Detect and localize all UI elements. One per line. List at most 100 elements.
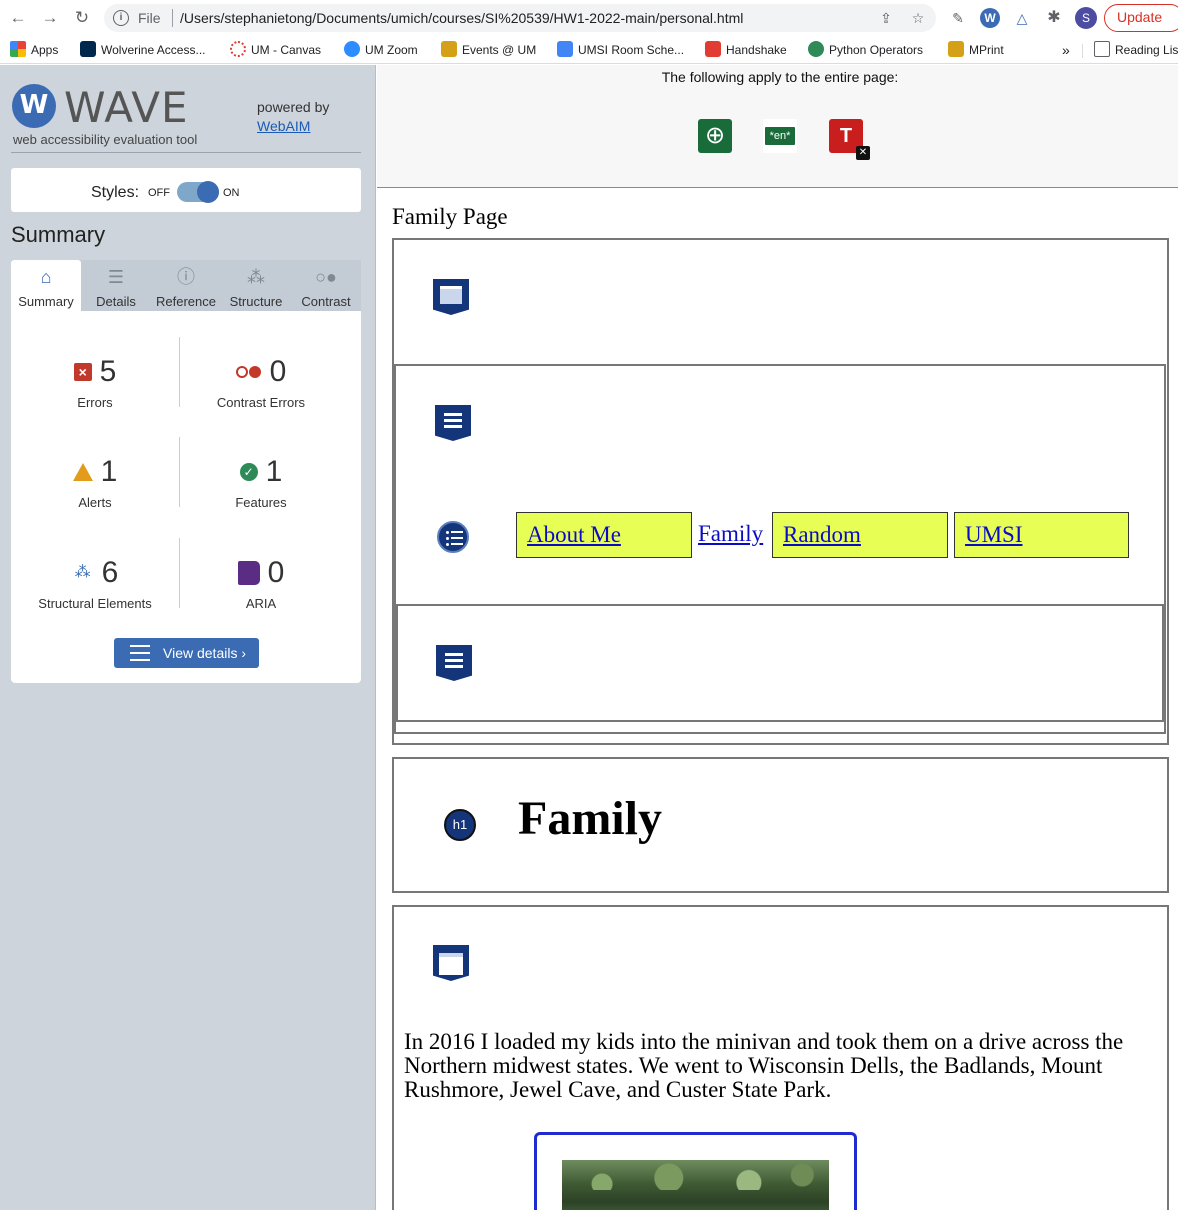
language-badge: *en* xyxy=(765,127,795,145)
home-icon: ⌂ xyxy=(40,267,52,287)
bookmark-star-icon[interactable]: ☆ xyxy=(910,10,926,26)
wave-tagline: web accessibility evaluation tool xyxy=(13,132,198,147)
feature-check-icon: ✓ xyxy=(239,463,258,481)
h1-heading-icon[interactable]: h1 xyxy=(444,809,476,841)
contrast-error-icon xyxy=(235,365,262,379)
tab-contrast[interactable]: ○● Contrast xyxy=(291,260,361,311)
forward-icon[interactable]: → xyxy=(39,7,61,29)
share-icon[interactable]: ⇪ xyxy=(878,10,894,26)
bookmark-umsi-room[interactable]: UMSI Room Sche... xyxy=(557,41,684,59)
navigation-landmark-icon[interactable] xyxy=(435,405,471,441)
header-landmark-icon[interactable] xyxy=(433,279,469,315)
contrast-errors-count: 0 xyxy=(269,355,287,388)
logo-divider xyxy=(11,152,361,153)
w3schools-icon xyxy=(808,41,824,57)
tab-label: Reference xyxy=(156,294,216,309)
reading-list[interactable]: Reading List xyxy=(1094,41,1178,59)
structural-label: Structural Elements xyxy=(38,596,152,611)
contrast-errors-label: Contrast Errors xyxy=(216,395,306,410)
unordered-list-icon[interactable] xyxy=(437,521,469,553)
styles-toggle-panel: Styles: OFF ON xyxy=(11,168,361,212)
language-icon[interactable]: *en* xyxy=(763,119,797,153)
wave-tabs: ⌂ Summary ☰ Details ⓘ Reference ⁂ Struct… xyxy=(11,260,361,311)
wave-extension-icon[interactable]: W xyxy=(980,8,1000,28)
tab-details[interactable]: ☰ Details xyxy=(81,260,151,311)
list-icon: ☰ xyxy=(107,267,125,287)
mprint-icon xyxy=(948,41,964,57)
address-bar[interactable]: i File /Users/stephanietong/Documents/um… xyxy=(104,4,936,32)
main-heading: Family xyxy=(518,792,662,845)
docs-icon xyxy=(557,41,573,57)
michigan-m-icon xyxy=(80,41,96,57)
canvas-icon xyxy=(230,41,246,57)
errors-count: 5 xyxy=(99,355,117,388)
events-icon xyxy=(441,41,457,57)
stat-structural-elements[interactable]: ⁂ 6 Structural Elements xyxy=(11,556,179,611)
wave-sidebar: W WAVE web accessibility evaluation tool… xyxy=(0,65,376,1210)
stat-aria[interactable]: 0 ARIA xyxy=(179,556,343,611)
nav-link-family[interactable]: Family xyxy=(698,512,763,558)
family-trip-photo xyxy=(562,1160,829,1210)
view-details-button[interactable]: View details › xyxy=(114,638,259,668)
bookmark-events-um[interactable]: Events @ UM xyxy=(441,41,536,59)
reload-icon[interactable]: ↻ xyxy=(71,7,93,29)
bookmark-label: MPrint xyxy=(969,43,1004,57)
profile-avatar[interactable]: S xyxy=(1075,7,1097,29)
bookmark-wolverine-access[interactable]: Wolverine Access... xyxy=(80,41,205,59)
url-text[interactable]: /Users/stephanietong/Documents/umich/cou… xyxy=(180,10,743,26)
aria-icon xyxy=(237,561,260,585)
stat-errors[interactable]: × 5 Errors xyxy=(11,355,179,410)
main-landmark-icon[interactable] xyxy=(433,945,469,981)
bookmark-apps[interactable]: Apps xyxy=(10,41,58,59)
features-count: 1 xyxy=(265,455,283,488)
bookmark-label: Events @ UM xyxy=(462,43,537,57)
extensions-puzzle-icon[interactable]: ✱ xyxy=(1044,8,1064,28)
back-icon[interactable]: ← xyxy=(7,7,29,29)
url-separator xyxy=(172,9,173,27)
wave-wordmark: WAVE xyxy=(64,83,189,132)
heading-region xyxy=(392,757,1169,893)
update-button[interactable]: Update xyxy=(1104,4,1178,32)
details-list-icon xyxy=(130,645,150,661)
bookmark-handshake[interactable]: Handshake xyxy=(705,41,787,59)
styles-on-label: ON xyxy=(223,187,240,199)
stat-alerts[interactable]: 1 Alerts xyxy=(11,455,179,510)
nav-link-random[interactable]: Random xyxy=(772,512,948,558)
navigation-landmark-icon[interactable] xyxy=(436,645,472,681)
page-title: Family Page xyxy=(392,204,508,229)
aria-label: ARIA xyxy=(245,596,277,611)
bookmark-label: Apps xyxy=(31,43,59,57)
bookmark-um-zoom[interactable]: UM Zoom xyxy=(344,41,418,59)
eyedropper-extension-icon[interactable]: ✎ xyxy=(948,8,968,28)
tab-structure[interactable]: ⁂ Structure xyxy=(221,260,291,311)
wave-logo-letter: W xyxy=(19,90,49,120)
family-paragraph: In 2016 I loaded my kids into the miniva… xyxy=(404,1029,1124,1102)
site-info-icon[interactable]: i xyxy=(113,10,129,26)
webaim-link[interactable]: WebAIM xyxy=(257,118,310,134)
nav-link-umsi[interactable]: UMSI xyxy=(954,512,1129,558)
wave-logo-icon: W xyxy=(12,84,56,128)
contrast-icon: ○● xyxy=(315,267,337,287)
tab-label: Structure xyxy=(229,294,283,309)
bookmark-label: Wolverine Access... xyxy=(101,43,206,57)
nav-link-about-me[interactable]: About Me xyxy=(516,512,692,558)
accessibility-extension-icon[interactable]: △ xyxy=(1012,8,1032,28)
errors-label: Errors xyxy=(77,395,113,410)
bookmark-um-canvas[interactable]: UM - Canvas xyxy=(230,41,321,59)
handshake-icon xyxy=(705,41,721,57)
error-x-icon: ✕ xyxy=(856,146,870,160)
tab-reference[interactable]: ⓘ Reference xyxy=(151,260,221,311)
bookmark-python-operators[interactable]: Python Operators xyxy=(808,41,923,59)
tab-summary[interactable]: ⌂ Summary xyxy=(11,260,81,311)
view-details-label: View details › xyxy=(163,645,247,661)
stat-features[interactable]: ✓ 1 Features xyxy=(179,455,343,510)
structural-count: 6 xyxy=(101,556,119,589)
stat-contrast-errors[interactable]: 0 Contrast Errors xyxy=(179,355,343,410)
bookmark-label: Handshake xyxy=(726,43,787,57)
bookmark-mprint[interactable]: MPrint xyxy=(948,41,1004,59)
globe-language-icon[interactable]: ⊕ xyxy=(698,119,732,153)
evaluated-page: The following apply to the entire page: … xyxy=(377,65,1178,1210)
more-bookmarks-icon[interactable]: » xyxy=(1062,41,1070,59)
missing-title-error-icon[interactable]: T ✕ xyxy=(829,119,870,160)
styles-toggle[interactable] xyxy=(177,181,219,203)
